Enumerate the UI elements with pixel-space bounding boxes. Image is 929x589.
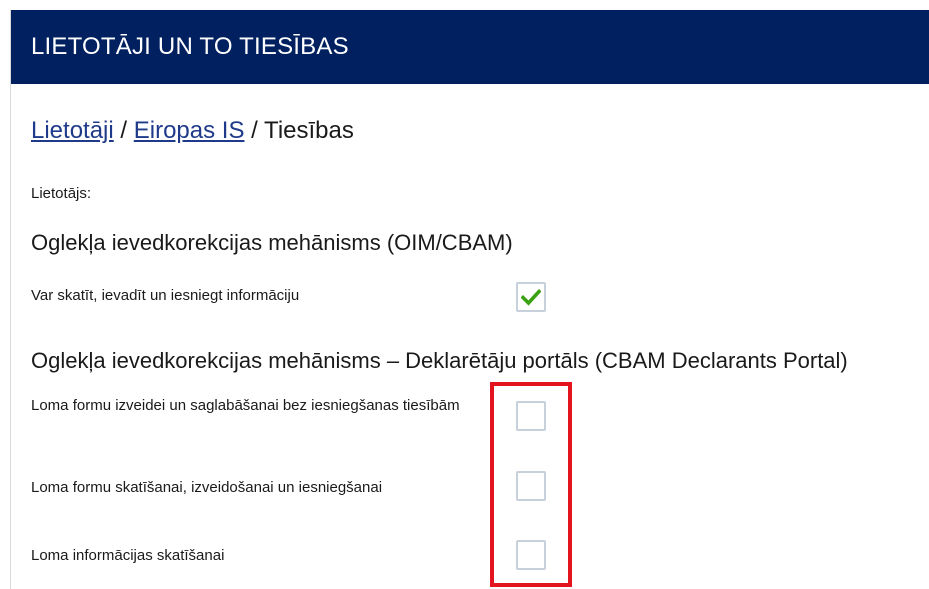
checkmark-icon — [521, 288, 541, 306]
breadcrumb-current: Tiesības — [264, 117, 354, 144]
permission-label-view-only: Loma informācijas skatīšanai — [31, 547, 225, 564]
permissions-panel: LIETOTĀJI UN TO TIESĪBAS Lietotāji / Eir… — [10, 10, 929, 589]
breadcrumb-separator: / — [244, 117, 265, 144]
breadcrumb-link-users[interactable]: Lietotāji — [31, 117, 114, 144]
section-title-declarants-portal: Oglekļa ievedkorekcijas mehānisms – Dekl… — [31, 348, 848, 373]
breadcrumb: Lietotāji / Eiropas IS / Tiesības — [31, 117, 354, 145]
permission-checkbox-view-only[interactable] — [516, 540, 546, 570]
permission-label-view-create-submit: Loma formu skatīšanai, izveidošanai un i… — [31, 479, 383, 496]
permission-checkbox-create-save[interactable] — [516, 401, 546, 431]
page-header: LIETOTĀJI UN TO TIESĪBAS — [11, 10, 929, 84]
permission-checkbox-view-enter-submit[interactable] — [516, 282, 546, 312]
breadcrumb-separator: / — [113, 117, 134, 144]
user-label: Lietotājs: — [31, 185, 92, 202]
permission-checkbox-view-create-submit[interactable] — [516, 471, 546, 501]
page-title: LIETOTĀJI UN TO TIESĪBAS — [31, 33, 349, 60]
permission-label-view-enter-submit: Var skatīt, ievadīt un iesniegt informāc… — [31, 287, 300, 304]
breadcrumb-link-eu-is[interactable]: Eiropas IS — [134, 117, 245, 144]
permission-label-create-save: Loma formu izveidei un saglabāšanai bez … — [31, 397, 460, 414]
section-title-oim-cbam: Oglekļa ievedkorekcijas mehānisms (OIM/C… — [31, 230, 513, 255]
